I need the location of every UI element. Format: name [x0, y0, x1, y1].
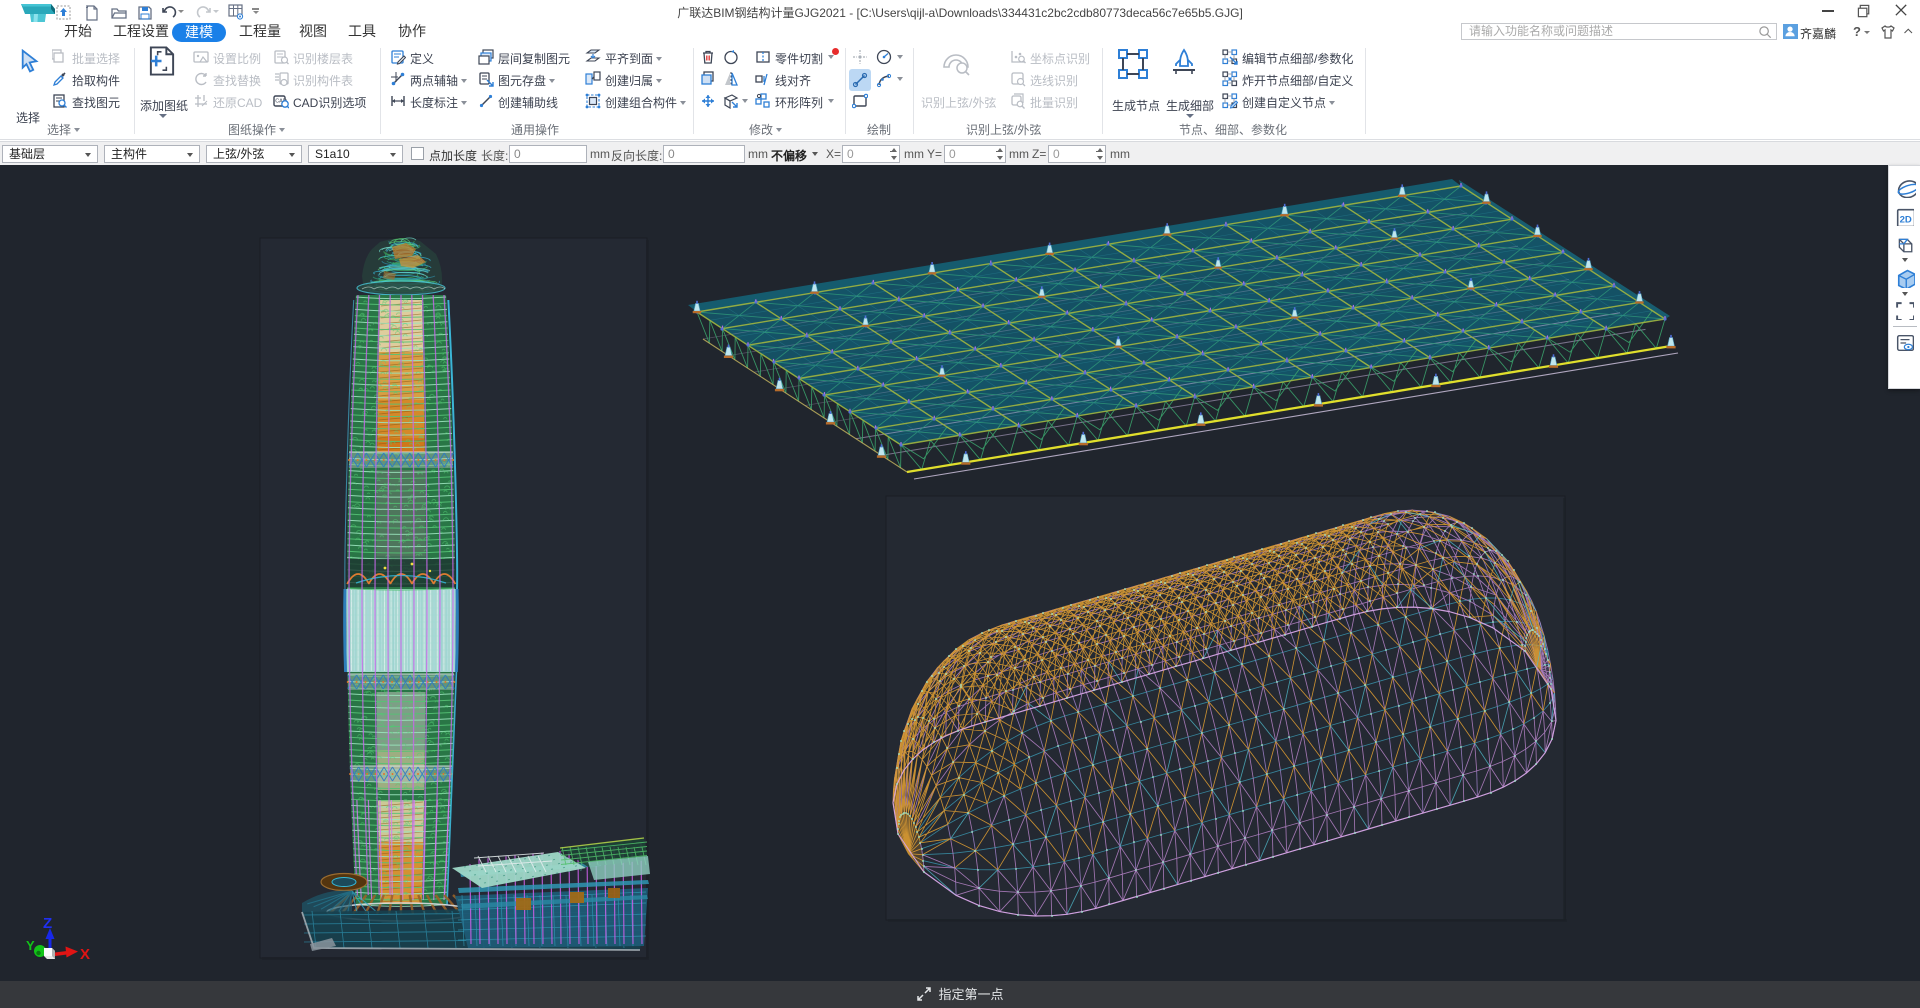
svg-text:X: X — [80, 946, 90, 963]
svg-text:2D: 2D — [1900, 215, 1912, 226]
svg-text:Z: Z — [43, 915, 52, 932]
svg-text:Y: Y — [26, 938, 35, 953]
